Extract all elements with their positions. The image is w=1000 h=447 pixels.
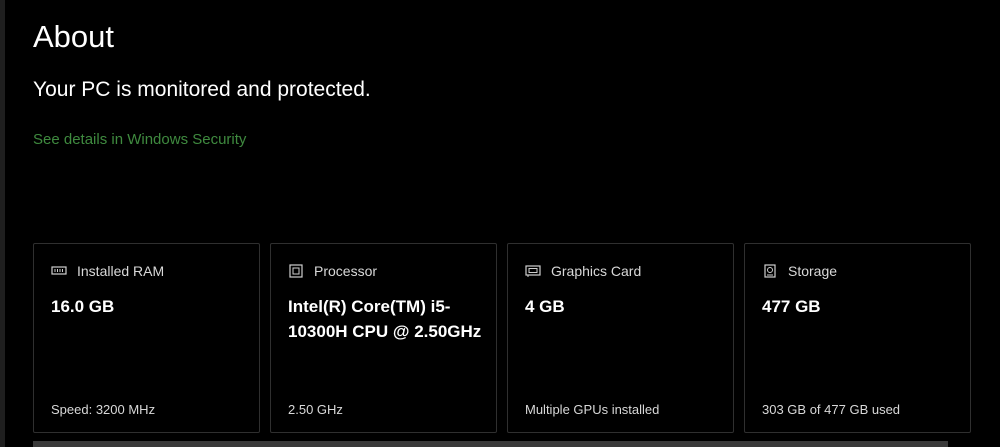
card-label: Installed RAM xyxy=(77,263,165,279)
about-page: About Your PC is monitored and protected… xyxy=(0,0,1000,447)
card-value: 477 GB xyxy=(762,297,821,316)
card-label: Storage xyxy=(788,263,838,279)
card-label: Graphics Card xyxy=(551,263,642,279)
card-installed-ram: Installed RAM 16.0 GB Speed: 3200 MHz xyxy=(33,243,260,433)
card-label: Processor xyxy=(314,263,378,279)
card-footer: Multiple GPUs installed xyxy=(525,402,660,417)
spec-cards: Installed RAM 16.0 GB Speed: 3200 MHz Pr… xyxy=(33,243,971,433)
graphics-card-icon xyxy=(525,264,541,278)
card-header: Graphics Card xyxy=(525,263,641,279)
card-footer: 2.50 GHz xyxy=(288,402,343,417)
bottom-panel-edge xyxy=(33,441,948,447)
card-header: Installed RAM xyxy=(51,263,164,279)
card-header: Storage xyxy=(762,263,837,279)
ram-icon xyxy=(51,264,67,278)
card-processor: Processor Intel(R) Core(TM) i5-10300H CP… xyxy=(270,243,497,433)
processor-icon xyxy=(288,264,304,278)
page-title: About xyxy=(33,19,115,54)
card-storage: Storage 477 GB 303 GB of 477 GB used xyxy=(744,243,971,433)
card-value: 16.0 GB xyxy=(51,297,115,316)
card-graphics: Graphics Card 4 GB Multiple GPUs install… xyxy=(507,243,734,433)
card-value: 4 GB xyxy=(525,297,565,316)
windows-security-link[interactable]: See details in Windows Security xyxy=(33,130,246,150)
card-footer: Speed: 3200 MHz xyxy=(51,402,156,417)
card-header: Processor xyxy=(288,263,377,279)
protection-status: Your PC is monitored and protected. xyxy=(33,78,371,101)
window-left-edge xyxy=(0,0,5,447)
card-footer: 303 GB of 477 GB used xyxy=(762,402,901,417)
card-value: Intel(R) Core(TM) i5-10300H CPU @ 2.50GH… xyxy=(288,297,482,341)
storage-icon xyxy=(762,264,778,278)
